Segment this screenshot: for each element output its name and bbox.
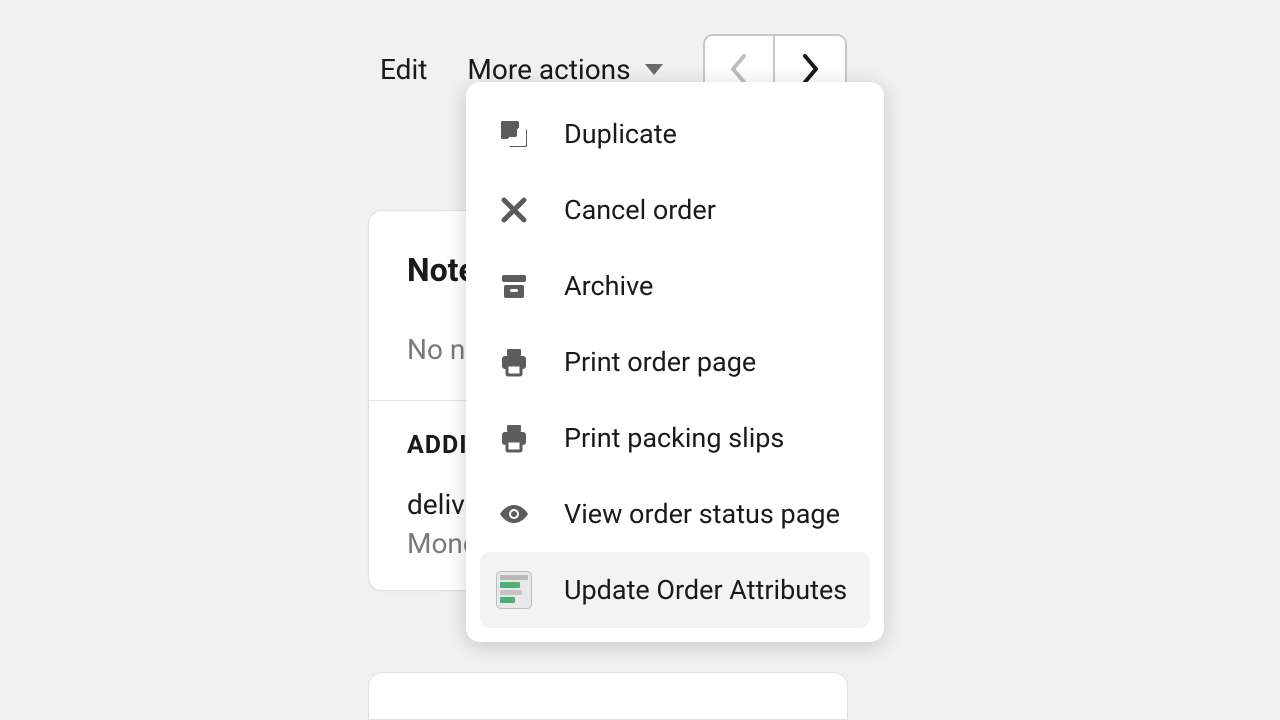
menu-item-label: Print order page (564, 346, 756, 378)
next-card-top (368, 672, 848, 720)
print-icon (496, 420, 532, 456)
duplicate-icon (496, 116, 532, 152)
menu-item-duplicate[interactable]: Duplicate (466, 96, 884, 172)
menu-item-label: Update Order Attributes (564, 574, 847, 606)
menu-item-label: View order status page (564, 498, 840, 530)
app-icon (496, 572, 532, 608)
menu-item-print-order[interactable]: Print order page (466, 324, 884, 400)
menu-item-cancel-order[interactable]: Cancel order (466, 172, 884, 248)
menu-item-view-status-page[interactable]: View order status page (466, 476, 884, 552)
more-actions-dropdown: Duplicate Cancel order Archive Print ord… (466, 82, 884, 642)
chevron-right-icon (800, 53, 820, 85)
menu-item-label: Archive (564, 270, 653, 302)
menu-item-print-packing-slips[interactable]: Print packing slips (466, 400, 884, 476)
chevron-left-icon (729, 53, 749, 85)
menu-item-update-attributes[interactable]: Update Order Attributes (480, 552, 870, 628)
edit-link[interactable]: Edit (380, 53, 427, 86)
more-actions-button[interactable]: More actions (467, 53, 662, 86)
close-icon (496, 192, 532, 228)
eye-icon (496, 496, 532, 532)
menu-item-archive[interactable]: Archive (466, 248, 884, 324)
menu-item-label: Print packing slips (564, 422, 784, 454)
caret-down-icon (645, 64, 663, 75)
menu-item-label: Duplicate (564, 118, 677, 150)
menu-item-label: Cancel order (564, 194, 716, 226)
more-actions-label: More actions (467, 53, 630, 86)
archive-icon (496, 268, 532, 304)
print-icon (496, 344, 532, 380)
